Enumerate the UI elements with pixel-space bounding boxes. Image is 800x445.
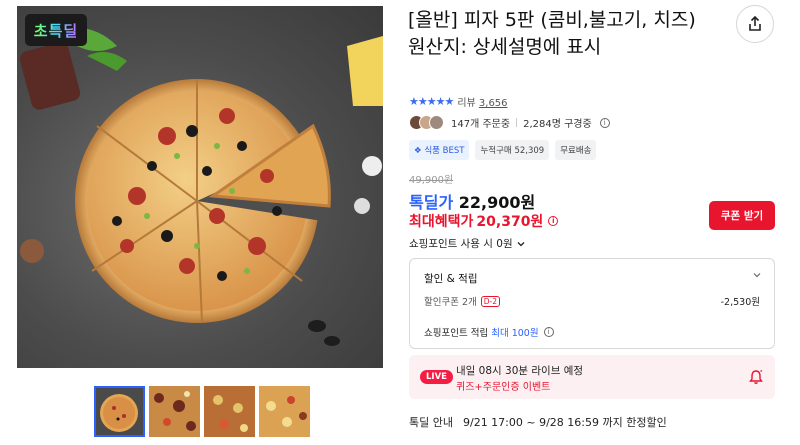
product-main-image: 초특딜 <box>17 6 383 368</box>
product-origin: 원산지: 상세설명에 표시 <box>408 36 602 58</box>
max-benefit-price: 최대혜택가 20,370원 i <box>409 211 559 231</box>
share-button[interactable] <box>736 5 774 43</box>
deal-price-label: 톡딜가 <box>409 193 454 212</box>
chevron-down-icon[interactable] <box>752 270 762 283</box>
deal-price-value: 22,900원 <box>458 193 536 212</box>
product-title-block: [올반] 피자 5판 (콤비,불고기, 치즈) 원산지: 상세설명에 표시 <box>408 7 728 61</box>
tag-food-best[interactable]: ❖ 식품 BEST <box>409 140 470 160</box>
deal-price: 톡딜가 22,900원 <box>409 189 535 213</box>
coupon-discount-amount: -2,530원 <box>720 297 760 308</box>
points-usage[interactable]: 쇼핑포인트 사용 시 0원 <box>409 236 526 251</box>
avatar <box>429 115 444 130</box>
live-badge: LIVE <box>420 370 453 384</box>
deal-info-row: 톡딜 안내 9/21 17:00 ~ 9/28 16:59 까지 한정할인 <box>409 414 667 430</box>
viewers-count: 2,284명 구경중 <box>523 119 592 130</box>
tag-cumulative-purchases: 누적구매 52,309 <box>475 140 550 160</box>
original-price: 49,900원 <box>409 175 454 186</box>
max-benefit-label: 최대혜택가 <box>409 214 474 230</box>
coupon-label: 할인쿠폰 2개 <box>424 297 477 308</box>
tag-free-shipping: 무료배송 <box>555 140 597 160</box>
bell-icon[interactable] <box>748 369 764 385</box>
points-earn-label: 쇼핑포인트 적립 <box>424 328 489 339</box>
thumbnail-3[interactable] <box>204 386 255 437</box>
max-benefit-value: 20,370원 <box>476 214 544 230</box>
review-link[interactable]: 리뷰 3,656 <box>457 94 507 109</box>
thumbnail-1[interactable] <box>94 386 145 437</box>
benefits-title: 할인 & 적립 <box>424 273 478 285</box>
coupon-row: 할인쿠폰 2개 D-2 <box>424 294 501 308</box>
deal-info-label: 톡딜 안내 <box>409 416 453 429</box>
discount-benefits-panel: 할인 & 적립 할인쿠폰 2개 D-2 -2,530원 쇼핑포인트 적립 최대 … <box>409 258 775 349</box>
live-event: 퀴즈+주문인증 이벤트 <box>456 382 551 393</box>
deal-info-period: 9/21 17:00 ~ 9/28 16:59 까지 한정할인 <box>462 416 667 429</box>
product-tags: ❖ 식품 BEST 누적구매 52,309 무료배송 <box>409 140 597 160</box>
super-deal-badge: 초특딜 <box>25 14 87 46</box>
divider <box>516 118 518 127</box>
product-title: [올반] 피자 5판 (콤비,불고기, 치즈) <box>408 9 696 31</box>
orders-count: 147개 주문중 <box>451 119 511 130</box>
live-broadcast-banner[interactable]: LIVE 내일 08시 30분 라이브 예정 퀴즈+주문인증 이벤트 <box>409 355 775 399</box>
thumbnail-2[interactable] <box>149 386 200 437</box>
rating-stars: ★★★★★ <box>409 95 454 108</box>
dday-badge: D-2 <box>480 295 501 307</box>
thumbnail-4[interactable] <box>259 386 310 437</box>
buyers-row: 147개 주문중 2,284명 구경중 i <box>409 115 610 130</box>
get-coupon-button[interactable]: 쿠폰 받기 <box>709 201 775 230</box>
chevron-down-icon <box>517 241 525 246</box>
points-usage-label: 쇼핑포인트 사용 시 0원 <box>409 238 513 250</box>
points-earn-max: 최대 100원 <box>491 328 539 339</box>
share-icon <box>749 16 761 31</box>
buyer-avatars <box>409 115 444 130</box>
pizza-illustration <box>19 28 383 346</box>
info-icon[interactable]: i <box>599 117 610 128</box>
live-schedule: 내일 08시 30분 라이브 예정 <box>456 365 584 377</box>
info-icon[interactable]: i <box>543 327 554 337</box>
points-earn-row: 쇼핑포인트 적립 최대 100원 i <box>424 325 554 339</box>
thumbnail-strip <box>94 386 310 437</box>
info-icon[interactable]: i <box>548 216 559 226</box>
rating-row: ★★★★★ 리뷰 3,656 <box>409 94 508 109</box>
